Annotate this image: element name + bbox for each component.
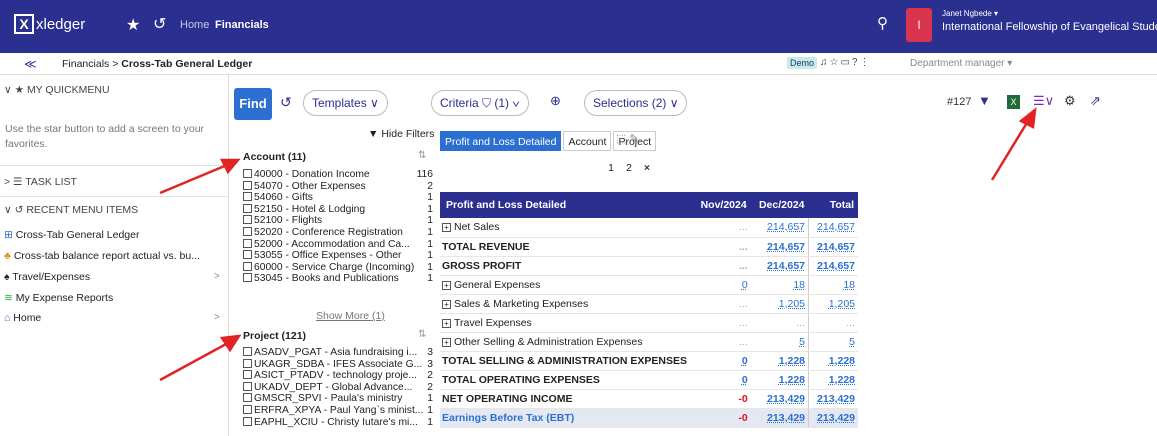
red-arrow: [159, 163, 228, 195]
red-arrow: [990, 120, 1030, 181]
arrowhead-icon: [219, 158, 241, 175]
arrowhead-icon: [1018, 107, 1037, 129]
red-arrow: [159, 341, 229, 382]
annotation-arrows: [159, 107, 1037, 382]
arrowhead-icon: [219, 334, 242, 353]
